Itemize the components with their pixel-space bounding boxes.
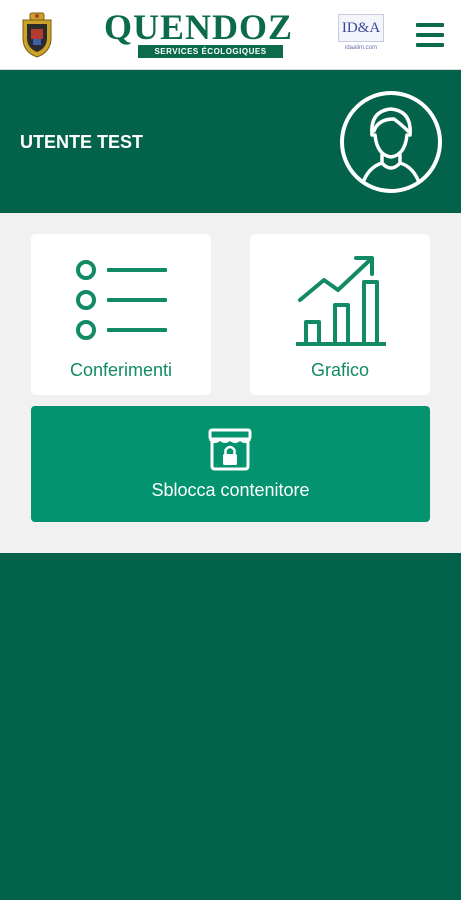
bar-chart-trend-icon <box>296 256 386 346</box>
empty-content-area <box>0 553 461 900</box>
unlock-container-label: Sblocca contenitore <box>151 480 310 500</box>
user-name: UTENTE TEST <box>20 132 144 152</box>
unlock-container-button[interactable]: Sblocca contenitore <box>31 406 430 522</box>
locked-container-icon <box>208 428 252 471</box>
list-icon <box>76 260 167 340</box>
partner-logo-text: ID&A <box>341 20 381 36</box>
brand-tagline: SERVICES ÉCOLOGIQUES <box>138 45 283 58</box>
app-header: QUENDOZ SERVICES ÉCOLOGIQUES ID&A idaali… <box>0 0 461 70</box>
profile-header: UTENTE TEST <box>0 71 461 213</box>
user-avatar-icon[interactable] <box>338 89 444 195</box>
brand-name: QUENDOZ <box>104 7 294 47</box>
municipal-crest-icon <box>22 12 52 58</box>
brand-logo: QUENDOZ SERVICES ÉCOLOGIQUES <box>104 7 294 62</box>
hamburger-menu-icon[interactable] <box>414 20 446 50</box>
grafico-card[interactable]: Grafico <box>250 234 430 395</box>
menu-panel: Conferimenti Grafico Sblocca contenitore <box>0 213 461 553</box>
partner-logo-subtext: idaalim.com <box>344 45 377 51</box>
grafico-label: Grafico <box>310 360 370 380</box>
conferimenti-card[interactable]: Conferimenti <box>31 234 211 395</box>
conferimenti-label: Conferimenti <box>69 360 173 380</box>
partner-logo: ID&A idaalim.com <box>338 14 384 54</box>
